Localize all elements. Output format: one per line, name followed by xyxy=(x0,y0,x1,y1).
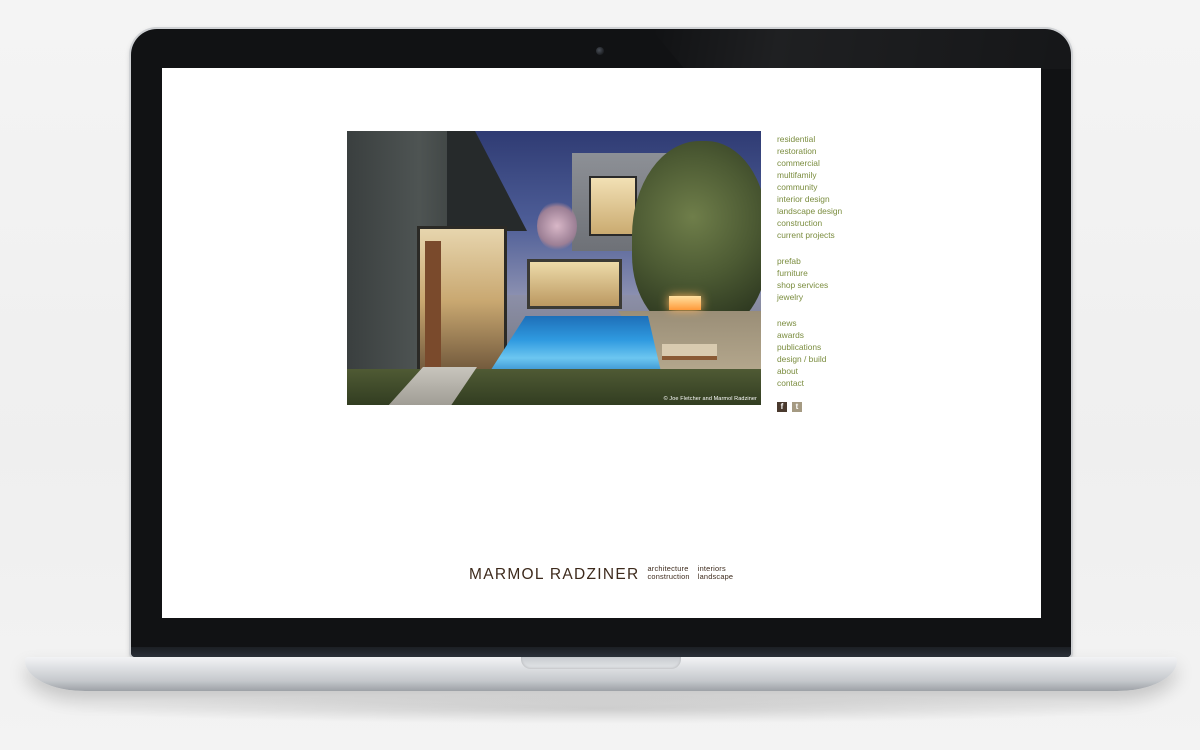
nav-item-multifamily[interactable]: multifamily xyxy=(777,169,917,181)
brand-tagline-col-1: architecture construction xyxy=(648,565,690,580)
laptop-base xyxy=(25,657,1177,691)
tagline-construction: construction xyxy=(647,571,690,581)
nav-item-contact[interactable]: contact xyxy=(777,377,917,389)
main-navigation: residential restoration commercial multi… xyxy=(777,133,917,403)
tagline-landscape: landscape xyxy=(697,571,734,581)
nav-item-residential[interactable]: residential xyxy=(777,133,917,145)
nav-group-products: prefab furniture shop services jewelry xyxy=(777,255,917,303)
nav-group-projects: residential restoration commercial multi… xyxy=(777,133,917,241)
photo-left-door xyxy=(425,241,441,371)
camera-icon xyxy=(596,47,604,55)
nav-item-community[interactable]: community xyxy=(777,181,917,193)
nav-item-prefab[interactable]: prefab xyxy=(777,255,917,267)
nav-item-jewelry[interactable]: jewelry xyxy=(777,291,917,303)
laptop-shadow xyxy=(60,694,1140,724)
photo-fireplace xyxy=(669,296,701,310)
nav-item-restoration[interactable]: restoration xyxy=(777,145,917,157)
nav-item-construction[interactable]: construction xyxy=(777,217,917,229)
nav-item-current-projects[interactable]: current projects xyxy=(777,229,917,241)
nav-item-about[interactable]: about xyxy=(777,365,917,377)
nav-item-publications[interactable]: publications xyxy=(777,341,917,353)
nav-item-design-build[interactable]: design / build xyxy=(777,353,917,365)
hero-photo[interactable]: © Joe Fletcher and Marmol Radziner xyxy=(347,131,761,405)
photo-upper-window xyxy=(589,176,637,236)
nav-group-info: news awards publications design / build … xyxy=(777,317,917,389)
photo-blossom-tree xyxy=(537,201,577,251)
browser-screen: © Joe Fletcher and Marmol Radziner resid… xyxy=(162,68,1041,618)
brand-tagline-col-2: interiors landscape xyxy=(698,565,734,580)
laptop-opening-notch xyxy=(521,657,681,669)
nav-item-landscape-design[interactable]: landscape design xyxy=(777,205,917,217)
photo-lounger xyxy=(662,344,717,360)
brand-logo[interactable]: MARMOL RADZINER architecture constructio… xyxy=(469,565,733,583)
laptop-lid: © Joe Fletcher and Marmol Radziner resid… xyxy=(131,29,1071,657)
photo-credit: © Joe Fletcher and Marmol Radziner xyxy=(663,396,757,402)
photo-mid-glass xyxy=(527,259,622,309)
social-links: f t xyxy=(777,402,802,412)
brand-name: MARMOL RADZINER xyxy=(469,566,640,583)
lid-hinge-strip xyxy=(131,647,1071,657)
photo-pool xyxy=(487,316,662,376)
nav-item-news[interactable]: news xyxy=(777,317,917,329)
brand-tagline: architecture construction interiors land… xyxy=(648,565,734,580)
twitter-icon[interactable]: t xyxy=(792,402,802,412)
nav-item-commercial[interactable]: commercial xyxy=(777,157,917,169)
lid-glare xyxy=(651,29,1071,69)
nav-item-shop-services[interactable]: shop services xyxy=(777,279,917,291)
nav-item-awards[interactable]: awards xyxy=(777,329,917,341)
nav-item-furniture[interactable]: furniture xyxy=(777,267,917,279)
facebook-icon[interactable]: f xyxy=(777,402,787,412)
nav-item-interior-design[interactable]: interior design xyxy=(777,193,917,205)
